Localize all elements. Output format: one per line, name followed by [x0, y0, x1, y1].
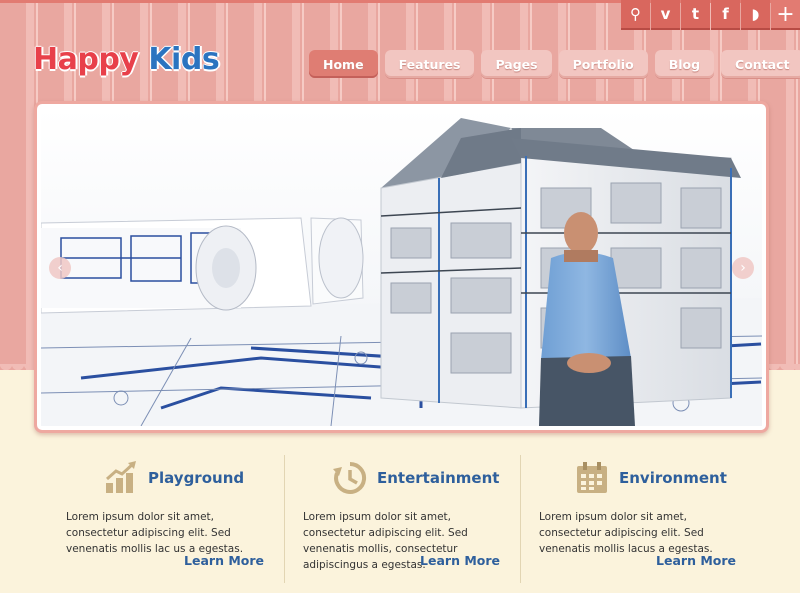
- slider-next-button[interactable]: ›: [732, 257, 754, 279]
- feature-title: Playground: [148, 469, 245, 487]
- main-nav: Home Features Pages Portfolio Blog Conta…: [309, 50, 800, 78]
- feature-text: Lorem ipsum dolor sit amet, consectetur …: [66, 511, 244, 555]
- slider-prev-button[interactable]: ‹: [49, 257, 71, 279]
- calendar-icon: [577, 462, 607, 493]
- learn-more-link[interactable]: Learn More: [656, 553, 736, 568]
- features-row: Playground Lorem ipsum dolor sit amet, c…: [48, 455, 756, 583]
- learn-more-link[interactable]: Learn More: [184, 553, 264, 568]
- feature-environment: Environment Lorem ipsum dolor sit amet, …: [520, 455, 756, 583]
- feature-title: Environment: [619, 469, 727, 487]
- twitter-icon[interactable]: t: [681, 0, 710, 30]
- growth-chart-icon: [106, 461, 136, 493]
- feature-header: Environment: [539, 459, 740, 497]
- nav-pages[interactable]: Pages: [481, 50, 552, 78]
- feature-title: Entertainment: [377, 469, 500, 487]
- hero-slider: ‹ ›: [34, 101, 769, 433]
- nav-features[interactable]: Features: [384, 50, 475, 78]
- logo-word-happy: Happy: [33, 42, 139, 77]
- nav-blog[interactable]: Blog: [654, 50, 715, 78]
- search-icon[interactable]: ⚲: [621, 0, 650, 30]
- feature-entertainment: Entertainment Lorem ipsum dolor sit amet…: [284, 455, 520, 583]
- nav-home[interactable]: Home: [309, 50, 378, 78]
- plus-icon[interactable]: +: [771, 0, 800, 30]
- clock-icon: [333, 461, 367, 494]
- nav-contact[interactable]: Contact: [721, 50, 800, 78]
- feature-header: Entertainment: [303, 459, 504, 497]
- site-logo[interactable]: Happy Kids: [33, 42, 220, 77]
- social-bar: ⚲ v t f ◗ +: [620, 0, 800, 30]
- nav-portfolio[interactable]: Portfolio: [558, 50, 648, 78]
- vimeo-icon[interactable]: v: [651, 0, 680, 30]
- logo-word-kids: Kids: [148, 42, 220, 77]
- feature-header: Playground: [66, 459, 268, 497]
- slide-image: [41, 108, 762, 426]
- rss-icon[interactable]: ◗: [741, 0, 770, 30]
- facebook-icon[interactable]: f: [711, 0, 740, 30]
- learn-more-link[interactable]: Learn More: [420, 553, 500, 568]
- feature-text: Lorem ipsum dolor sit amet, consectetur …: [539, 511, 713, 555]
- feature-playground: Playground Lorem ipsum dolor sit amet, c…: [48, 455, 284, 583]
